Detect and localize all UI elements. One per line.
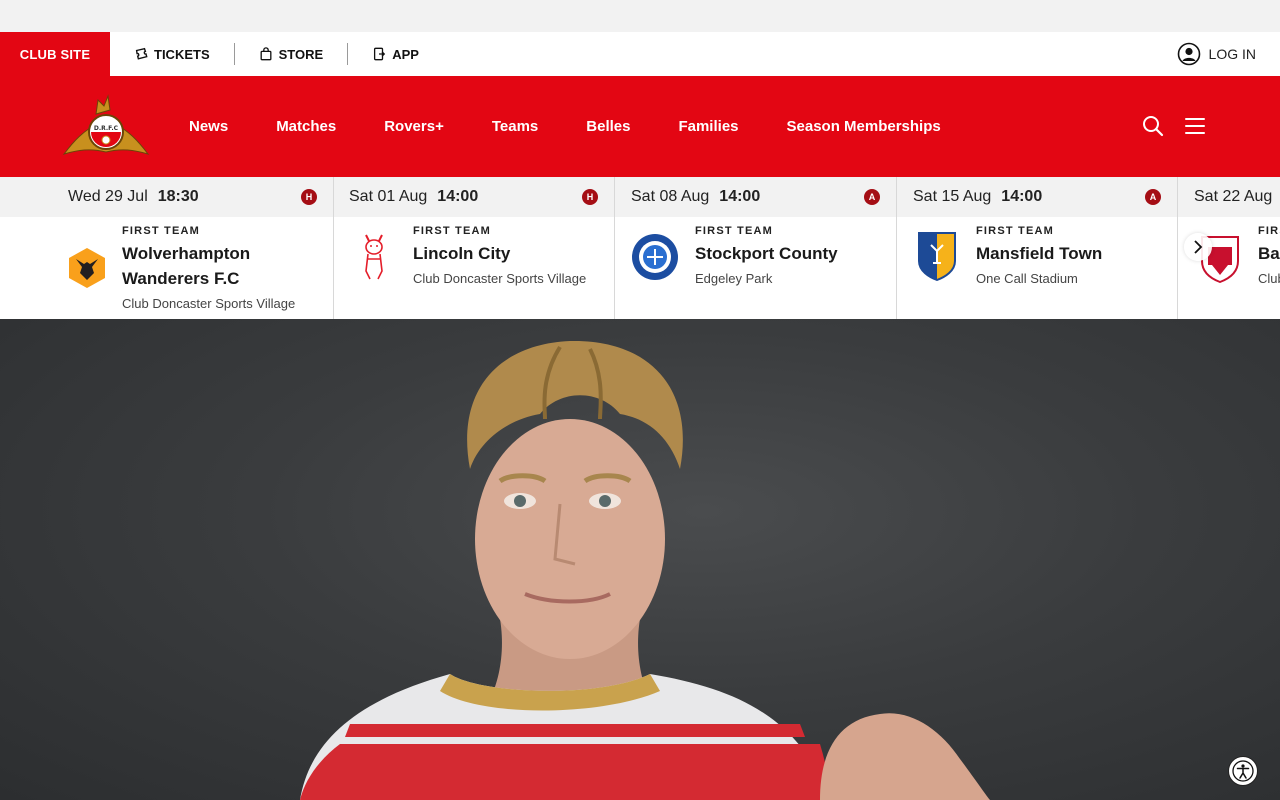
home-away-badge: H <box>582 189 598 205</box>
fixture-card[interactable]: Sat 15 Aug 14:00 A FIRST TEAM Mansfield … <box>897 177 1178 319</box>
fixture-date: Wed 29 Jul <box>68 188 148 205</box>
home-away-badge: A <box>1145 189 1161 205</box>
venue-name: Club Doncaster Sports Village <box>413 271 587 286</box>
lincoln-imp-badge-icon <box>365 234 383 280</box>
carousel-next-button[interactable] <box>1184 233 1212 261</box>
club-crest-logo[interactable]: D.R.F.C <box>62 92 150 162</box>
home-away-badge: H <box>301 189 317 205</box>
nav-item-belles[interactable]: Belles <box>562 118 654 135</box>
fixture-body: FIRST TEAM Stockport County Edgeley Park <box>615 217 896 319</box>
nav-item-rovers-plus[interactable]: Rovers+ <box>360 118 468 135</box>
hamburger-menu-icon[interactable] <box>1183 114 1207 138</box>
team-label: FIRST TEAM <box>413 225 491 237</box>
utility-bar: CLUB SITE TICKETS STORE APP LOG IN <box>0 32 1280 76</box>
accessibility-icon <box>1232 760 1254 782</box>
opponent-name: Bar <box>1258 244 1280 263</box>
opponent-name: Stockport County <box>695 244 838 263</box>
mansfield-badge-icon <box>918 232 956 281</box>
team-label: FIRST TEAM <box>976 225 1054 237</box>
bag-icon <box>260 47 272 61</box>
fixture-date: Sat 08 Aug <box>631 188 710 205</box>
nav-item-matches[interactable]: Matches <box>252 118 360 135</box>
phone-icon <box>374 47 386 61</box>
venue-name: Edgeley Park <box>695 271 773 286</box>
fixture-body: FIRST TEAM Wolverhampton Wanderers F.C C… <box>0 217 333 319</box>
nav-item-season-memberships[interactable]: Season Memberships <box>763 118 965 135</box>
store-link[interactable]: STORE <box>235 32 348 76</box>
fixture-header: Sat 15 Aug 14:00 <box>897 177 1177 217</box>
search-icon[interactable] <box>1141 114 1165 138</box>
fixture-body: FIRST TEAM Lincoln City Club Doncaster S… <box>334 217 614 319</box>
team-label: FIRS <box>1258 225 1280 237</box>
fixture-body: FIRST TEAM Mansfield Town One Call Stadi… <box>897 217 1177 319</box>
fixture-header: Wed 29 Jul 18:30 <box>0 177 333 217</box>
opponent-name: Lincoln City <box>413 244 511 263</box>
crest-text: D.R.F.C <box>94 125 119 132</box>
accessibility-button[interactable] <box>1228 756 1258 786</box>
nav-item-families[interactable]: Families <box>654 118 762 135</box>
fixture-header: Sat 22 Aug <box>1178 177 1280 217</box>
fixture-body: FIRS Bar Club <box>1178 217 1280 319</box>
app-link[interactable]: APP <box>348 32 443 76</box>
fixture-time: 14:00 <box>437 188 479 205</box>
nav-item-news[interactable]: News <box>165 118 252 135</box>
venue-name: One Call Stadium <box>976 271 1078 286</box>
fixture-card[interactable]: Sat 08 Aug 14:00 A FIRST TEAM Stockport … <box>615 177 897 319</box>
store-label: STORE <box>278 46 324 62</box>
tickets-link[interactable]: TICKETS <box>110 32 234 76</box>
login-label: LOG IN <box>1208 46 1256 62</box>
fixture-header: Sat 08 Aug 14:00 <box>615 177 896 217</box>
tickets-label: TICKETS <box>154 46 210 62</box>
ticket-icon <box>135 47 148 60</box>
home-away-badge: A <box>864 189 880 205</box>
fixture-date: Sat 01 Aug <box>349 188 428 205</box>
login-link[interactable]: LOG IN <box>1177 32 1256 76</box>
fixture-time: 14:00 <box>719 188 761 205</box>
fixture-header: Sat 01 Aug 14:00 <box>334 177 614 217</box>
fixture-date: Sat 22 Aug <box>1194 188 1273 205</box>
club-site-tab[interactable]: CLUB SITE <box>0 32 110 76</box>
fixture-card[interactable]: Sat 01 Aug 14:00 H FIRST TEAM Lincoln Ci… <box>334 177 615 319</box>
fixture-time: 18:30 <box>157 188 199 205</box>
fixture-date: Sat 15 Aug <box>913 188 992 205</box>
main-navigation: D.R.F.C News Matches Rovers+ Teams Belle… <box>0 76 1280 177</box>
chevron-right-icon <box>1194 240 1203 254</box>
venue-name: Club Doncaster Sports Village <box>122 296 296 311</box>
user-icon <box>1177 42 1200 66</box>
team-label: FIRST TEAM <box>695 225 773 237</box>
opponent-name: Wolverhampton Wanderers F.C <box>122 244 251 288</box>
fixture-card[interactable]: Wed 29 Jul 18:30 H FIRST TEAM Wolverhamp… <box>0 177 334 319</box>
stockport-badge-icon <box>632 234 678 280</box>
team-label: FIRST TEAM <box>122 225 200 237</box>
hero-player-image <box>300 340 990 800</box>
opponent-name: Mansfield Town <box>976 244 1103 263</box>
browser-top-gap <box>0 0 1280 32</box>
fixture-time: 14:00 <box>1001 188 1043 205</box>
nav-item-teams[interactable]: Teams <box>468 118 562 135</box>
hero-banner[interactable] <box>0 319 1280 800</box>
venue-name: Club <box>1258 271 1280 286</box>
nav-links: News Matches Rovers+ Teams Belles Famili… <box>165 76 965 177</box>
fixtures-carousel: Wed 29 Jul 18:30 H FIRST TEAM Wolverhamp… <box>0 177 1280 319</box>
app-label: APP <box>392 46 419 62</box>
wolves-badge-icon <box>69 248 105 288</box>
